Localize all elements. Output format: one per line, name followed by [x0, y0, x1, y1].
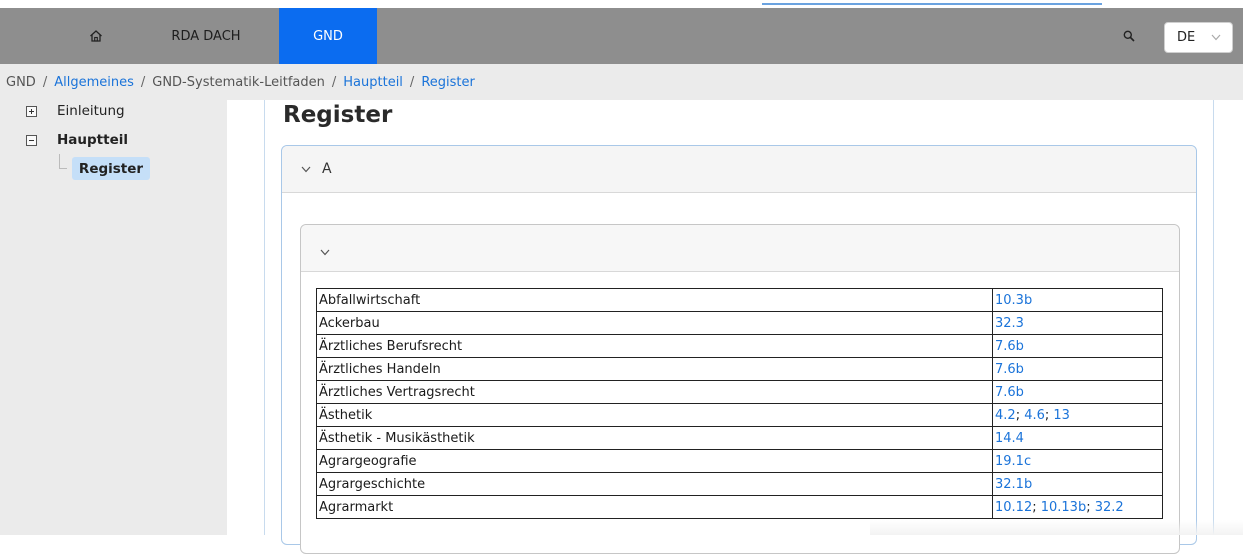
top-navbar: RDA DACH GND DE [0, 8, 1243, 64]
page-title: Register [283, 102, 393, 128]
register-term: Ärztliches Vertragsrecht [316, 380, 993, 404]
reference-link[interactable]: 7.6b [995, 385, 1024, 400]
nav-item-gnd[interactable]: GND [279, 8, 377, 64]
breadcrumb-separator: / [140, 74, 146, 90]
breadcrumb-item-allgemeines[interactable]: Allgemeines [54, 75, 134, 90]
breadcrumb-separator: / [409, 74, 415, 90]
chevron-down-icon [319, 243, 331, 262]
register-term: Agrargeografie [316, 449, 993, 473]
tree-connector [59, 168, 67, 169]
sidebar-item-register[interactable]: Register [72, 157, 150, 180]
reference-link[interactable]: 32.3 [995, 316, 1024, 331]
register-references: 7.6b [992, 357, 1163, 381]
register-term: Ärztliches Berufsrecht [316, 334, 993, 358]
register-term: Abfallwirtschaft [316, 288, 993, 312]
search-button[interactable] [1116, 8, 1142, 64]
register-term: Ästhetik - Musikästhetik [316, 426, 993, 450]
register-references: 32.1b [992, 472, 1163, 496]
register-table: Abfallwirtschaft 10.3b Ackerbau 32.3 Ärztlic… [316, 288, 1163, 519]
reference-link[interactable]: 4.2 [995, 408, 1016, 423]
reference-separator: ; [1086, 499, 1095, 515]
table-row: Ästhetik - Musikästhetik 14.4 [316, 426, 1163, 450]
register-references: 4.2; 4.6; 13 [992, 403, 1163, 427]
home-icon [90, 30, 102, 42]
breadcrumb-item-leitfaden: GND-Systematik-Leitfaden [152, 74, 325, 90]
table-row: Ärztliches Handeln 7.6b [316, 357, 1163, 381]
register-references: 32.3 [992, 311, 1163, 335]
table-row: Ärztliches Vertragsrecht 7.6b [316, 380, 1163, 404]
table-row: Agrargeografie 19.1c [316, 449, 1163, 473]
accordion-a-header[interactable]: A [282, 146, 1196, 193]
table-row: Ackerbau 32.3 [316, 311, 1163, 335]
chevron-down-icon [1211, 34, 1221, 41]
reference-separator: ; [1015, 407, 1025, 423]
home-button[interactable] [82, 8, 110, 64]
accordion-inner-header[interactable] [301, 225, 1179, 272]
breadcrumb-item-register[interactable]: Register [421, 75, 475, 90]
search-icon [1123, 30, 1135, 42]
register-references: 7.6b [992, 380, 1163, 404]
register-term: Ackerbau [316, 311, 993, 335]
shadow-overlay [870, 520, 1243, 535]
collapse-icon[interactable] [26, 134, 37, 146]
accordion-a-label: A [322, 161, 332, 177]
breadcrumb-item-hauptteil[interactable]: Hauptteil [343, 75, 403, 90]
reference-link[interactable]: 32.1b [995, 477, 1032, 492]
reference-link[interactable]: 10.3b [995, 293, 1032, 308]
sidebar-item-hauptteil[interactable]: Hauptteil [26, 132, 128, 148]
table-row: Agrarmarkt 10.12; 10.13b; 32.2 [316, 495, 1163, 519]
register-references: 19.1c [992, 449, 1163, 473]
table-row: Ästhetik 4.2; 4.6; 13 [316, 403, 1163, 427]
reference-link[interactable]: 10.13b [1041, 500, 1086, 515]
chevron-down-icon [300, 163, 312, 175]
top-strip-fragment [762, 0, 1102, 5]
nav-item-rda-dach[interactable]: RDA DACH [150, 8, 262, 64]
breadcrumb-separator: / [42, 74, 48, 90]
register-term: Ärztliches Handeln [316, 357, 993, 381]
register-references: 10.12; 10.13b; 32.2 [992, 495, 1163, 519]
top-strip [0, 0, 1243, 8]
table-row: Agrargeschichte 32.1b [316, 472, 1163, 496]
content-border [1213, 100, 1214, 535]
table-row: Ärztliches Berufsrecht 7.6b [316, 334, 1163, 358]
reference-link[interactable]: 7.6b [995, 339, 1024, 354]
sidebar-item-einleitung[interactable]: Einleitung [26, 103, 125, 119]
reference-link[interactable]: 32.2 [1095, 500, 1124, 515]
reference-link[interactable]: 14.4 [995, 431, 1024, 446]
register-references: 14.4 [992, 426, 1163, 450]
sidebar-item-label: Einleitung [57, 103, 125, 119]
breadcrumb: GND / Allgemeines / GND-Systematik-Leitf… [0, 64, 1243, 100]
expand-icon[interactable] [26, 105, 37, 117]
language-value: DE [1177, 30, 1196, 45]
breadcrumb-item-gnd: GND [6, 74, 36, 90]
breadcrumb-separator: / [331, 74, 337, 90]
content-border [264, 100, 265, 535]
register-term: Agrarmarkt [316, 495, 993, 519]
reference-link[interactable]: 7.6b [995, 362, 1024, 377]
table-row: Abfallwirtschaft 10.3b [316, 288, 1163, 312]
register-term: Ästhetik [316, 403, 993, 427]
register-references: 7.6b [992, 334, 1163, 358]
register-term: Agrargeschichte [316, 472, 993, 496]
language-select[interactable]: DE [1164, 22, 1233, 53]
tree-connector [59, 154, 60, 168]
reference-link[interactable]: 10.12 [995, 500, 1032, 515]
register-references: 10.3b [992, 288, 1163, 312]
reference-separator: ; [1032, 499, 1041, 515]
reference-link[interactable]: 4.6 [1024, 408, 1045, 423]
reference-link[interactable]: 13 [1053, 408, 1070, 423]
sidebar-item-label: Hauptteil [57, 132, 129, 148]
reference-link[interactable]: 19.1c [995, 454, 1031, 469]
